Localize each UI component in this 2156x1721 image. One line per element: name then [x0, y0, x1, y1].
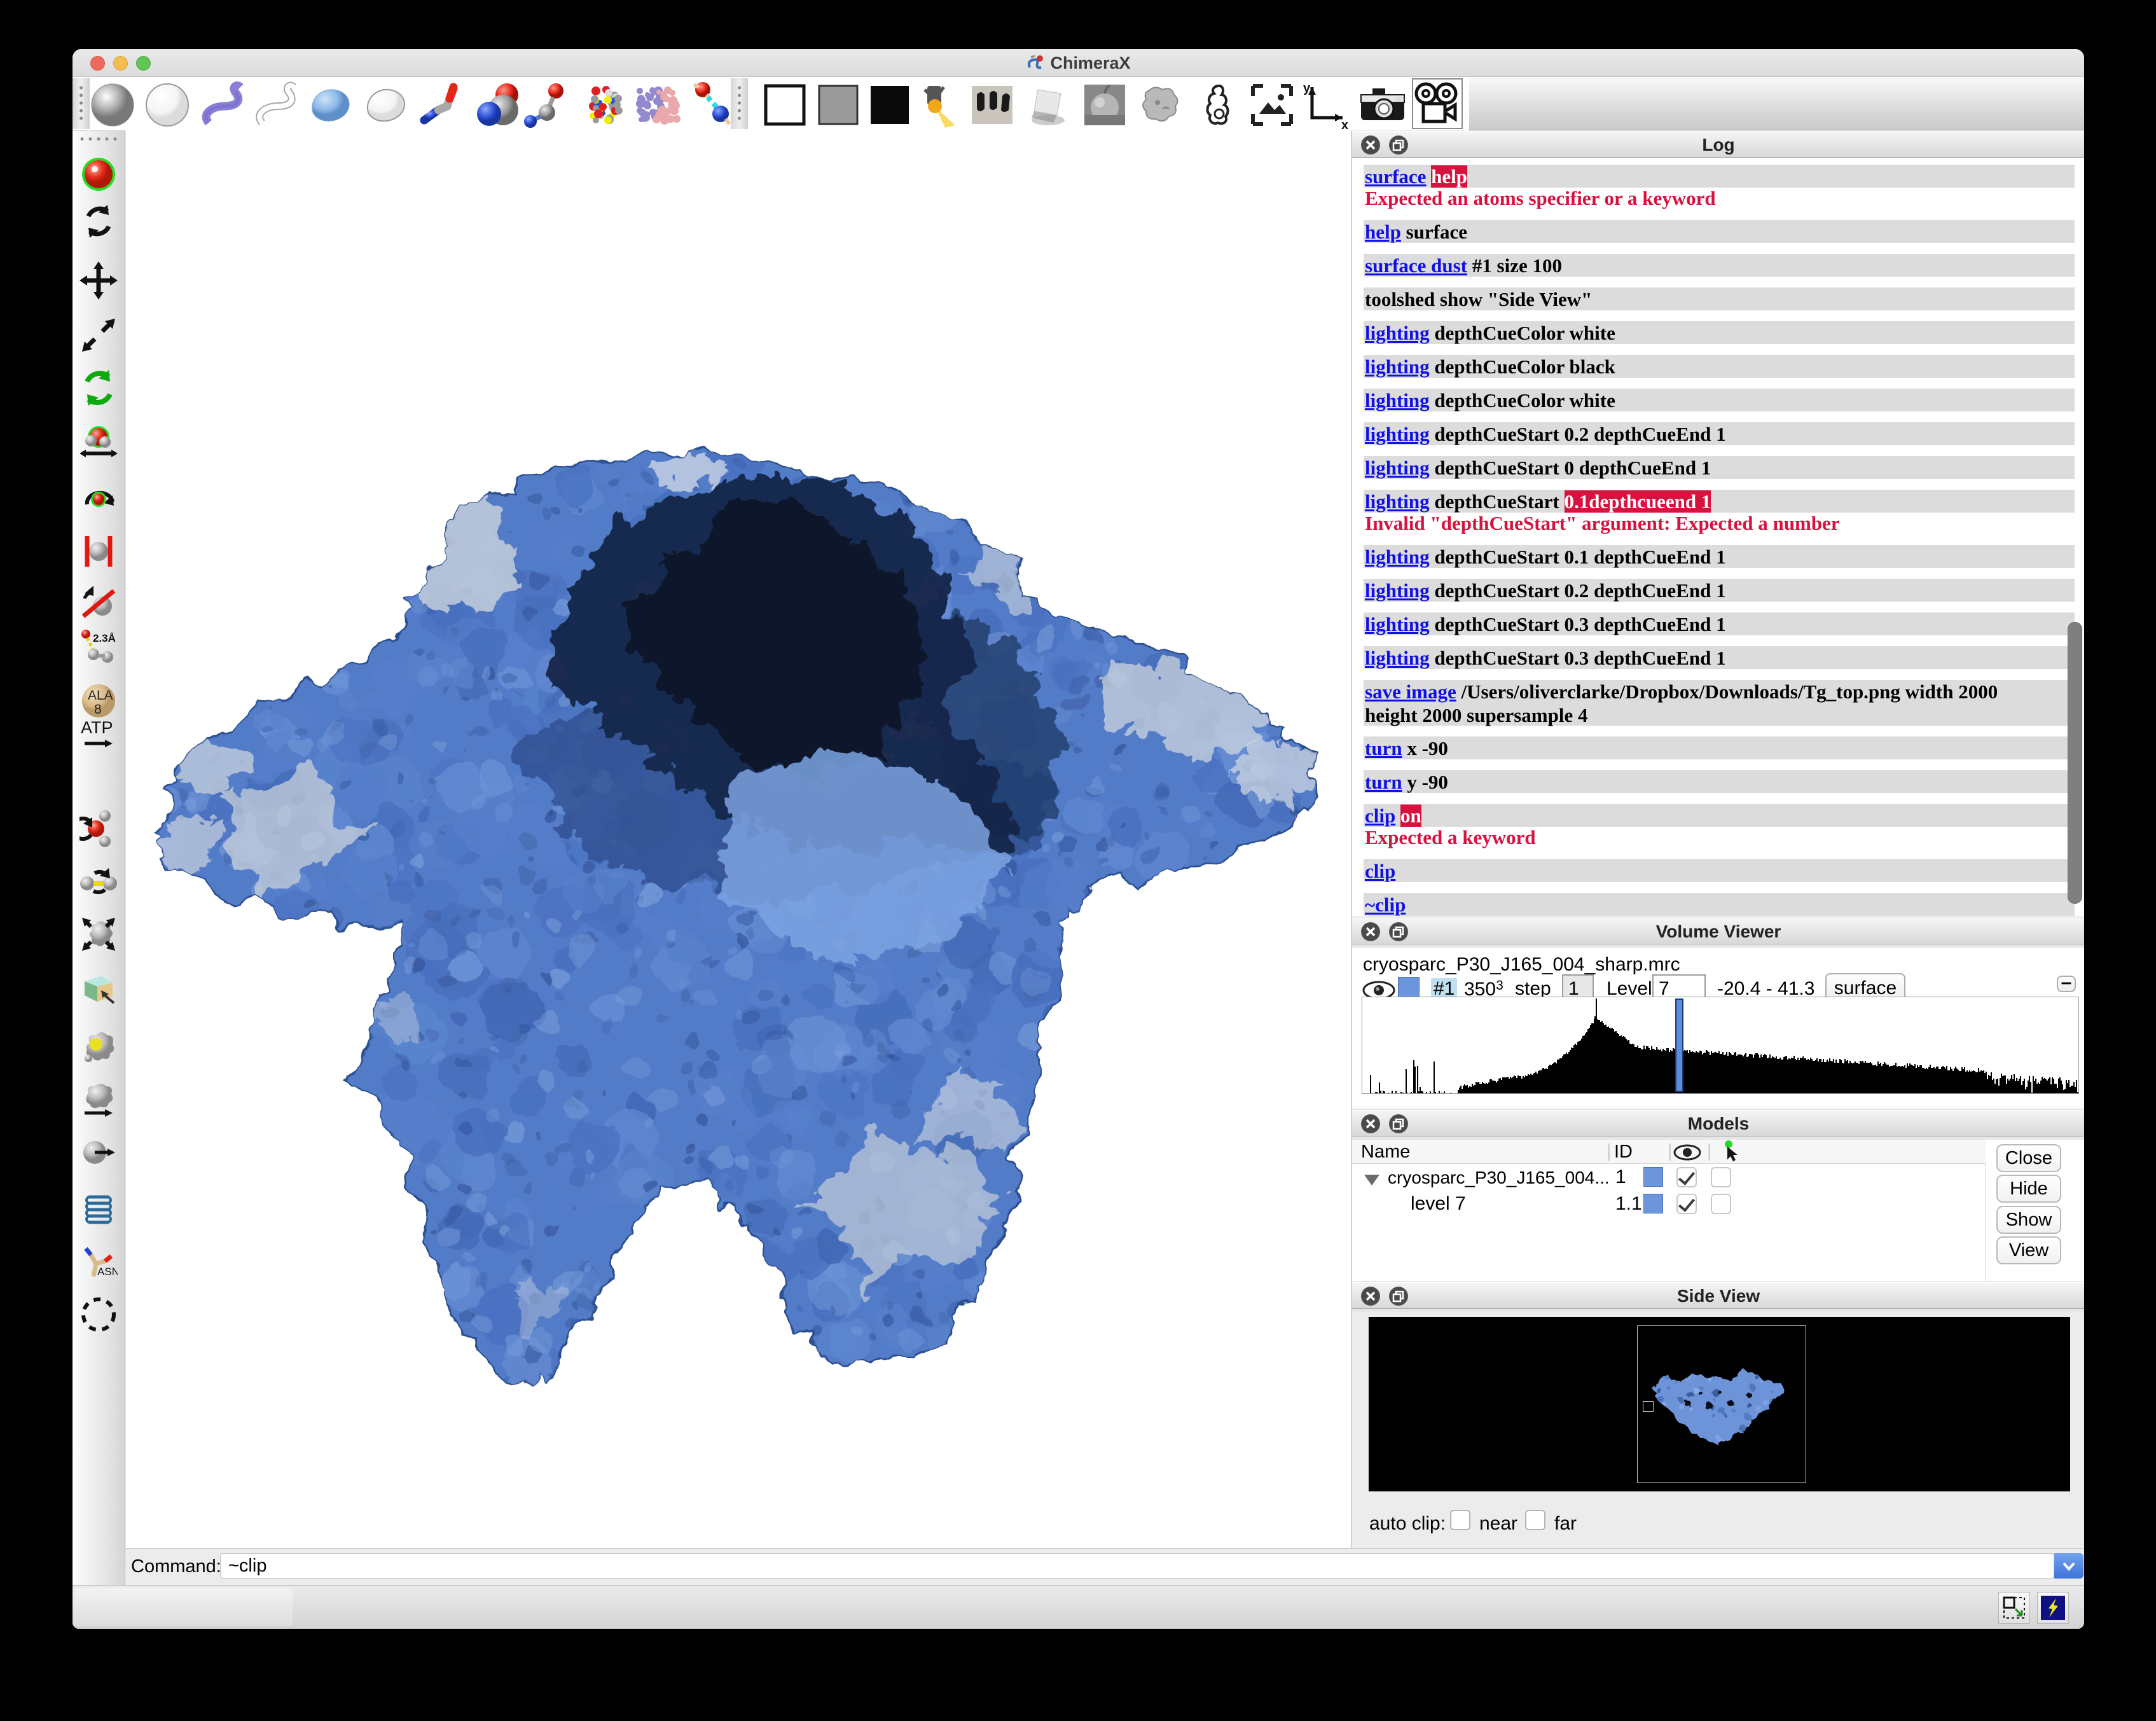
svg-text:ATP: ATP — [81, 718, 113, 737]
svg-text:y: y — [1303, 81, 1311, 95]
svg-text:ALA: ALA — [88, 688, 113, 703]
svg-text:ASN: ASN — [97, 1266, 118, 1278]
svg-text:8: 8 — [94, 702, 102, 717]
svg-text:x: x — [1341, 118, 1348, 129]
svg-text:2.3Å: 2.3Å — [93, 632, 116, 644]
